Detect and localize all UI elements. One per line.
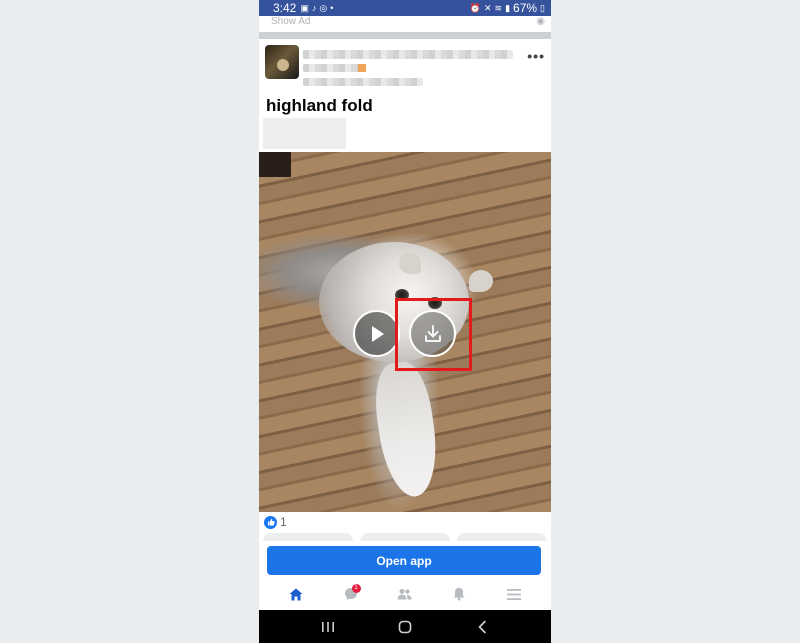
blur-artifact <box>358 64 366 72</box>
blurred-caption <box>263 118 346 149</box>
tab-menu[interactable] <box>494 579 534 609</box>
tab-friends[interactable] <box>385 579 425 609</box>
home-icon <box>289 588 303 600</box>
separator <box>259 32 551 39</box>
mute-icon: ✕ <box>483 2 492 13</box>
play-button[interactable] <box>353 310 400 357</box>
home-nav-icon <box>398 620 412 633</box>
like-icon <box>264 515 277 529</box>
download-highlight-box <box>395 298 472 371</box>
post-action-row <box>259 533 551 541</box>
kitten-ear-left <box>399 252 421 274</box>
status-time: 3:42 <box>273 1 297 15</box>
video-corner-shadow <box>259 152 291 177</box>
post-time-blurred <box>303 78 423 86</box>
system-status: ⏰ ✕ ≋ ▮ 67% ▯ <box>470 1 545 15</box>
notifications-icon <box>454 587 465 601</box>
reaction-count: 1 <box>280 515 287 529</box>
menu-icon <box>506 588 521 600</box>
more-options-icon[interactable]: ••• <box>527 48 545 64</box>
home-nav-button[interactable] <box>385 613 425 641</box>
battery-percent: 67% <box>513 1 538 15</box>
show-ad-link[interactable]: Show Ad <box>271 16 310 26</box>
kitten-paw <box>369 358 444 501</box>
wifi-icon: ≋ <box>494 2 503 13</box>
recent-apps-button[interactable] <box>308 613 348 641</box>
back-icon <box>479 620 487 633</box>
alarm-icon: ⏰ <box>469 2 481 13</box>
post-meta-blurred <box>303 64 365 72</box>
open-app-button[interactable]: Open app <box>267 546 541 575</box>
back-nav-button[interactable] <box>462 613 502 641</box>
phone-screen: 3:42 ▣ ♪ ◎ • ⏰ ✕ ≋ ▮ 67% ▯ Show Ad ◉ •••… <box>259 0 551 643</box>
kitten-ear-right <box>469 270 493 292</box>
status-bar: 3:42 ▣ ♪ ◎ • ⏰ ✕ ≋ ▮ 67% ▯ <box>259 0 551 16</box>
dot-icon: • <box>330 3 334 13</box>
notification-icons: ▣ ♪ ◎ • <box>300 3 333 14</box>
friends-icon <box>397 589 412 600</box>
tab-notifications[interactable] <box>439 579 479 609</box>
signal-icon: ▮ <box>505 2 511 13</box>
bottom-tab-bar: 1 <box>259 578 551 610</box>
tab-home[interactable] <box>276 579 316 609</box>
share-action-button[interactable] <box>457 533 547 541</box>
post-header: ••• <box>259 42 551 90</box>
video-player[interactable] <box>259 152 551 512</box>
author-avatar[interactable] <box>265 45 299 79</box>
like-action-button[interactable] <box>263 533 353 541</box>
post-title: highland fold <box>266 96 373 115</box>
author-name-blurred[interactable] <box>303 50 513 59</box>
instagram-icon: ◎ <box>319 2 328 13</box>
android-nav-bar <box>259 610 551 643</box>
reaction-summary[interactable]: 1 <box>264 515 287 529</box>
hide-ad-icon[interactable]: ◉ <box>536 16 545 26</box>
gallery-icon: ▣ <box>300 2 309 13</box>
battery-icon: ▯ <box>540 2 545 13</box>
tab-messenger[interactable]: 1 <box>331 579 371 609</box>
recent-apps-icon <box>321 621 334 632</box>
messenger-badge: 1 <box>351 584 361 593</box>
comment-action-button[interactable] <box>360 533 450 541</box>
play-icon <box>371 325 384 342</box>
ad-strip: Show Ad ◉ <box>259 16 551 26</box>
tiktok-icon: ♪ <box>311 3 317 13</box>
